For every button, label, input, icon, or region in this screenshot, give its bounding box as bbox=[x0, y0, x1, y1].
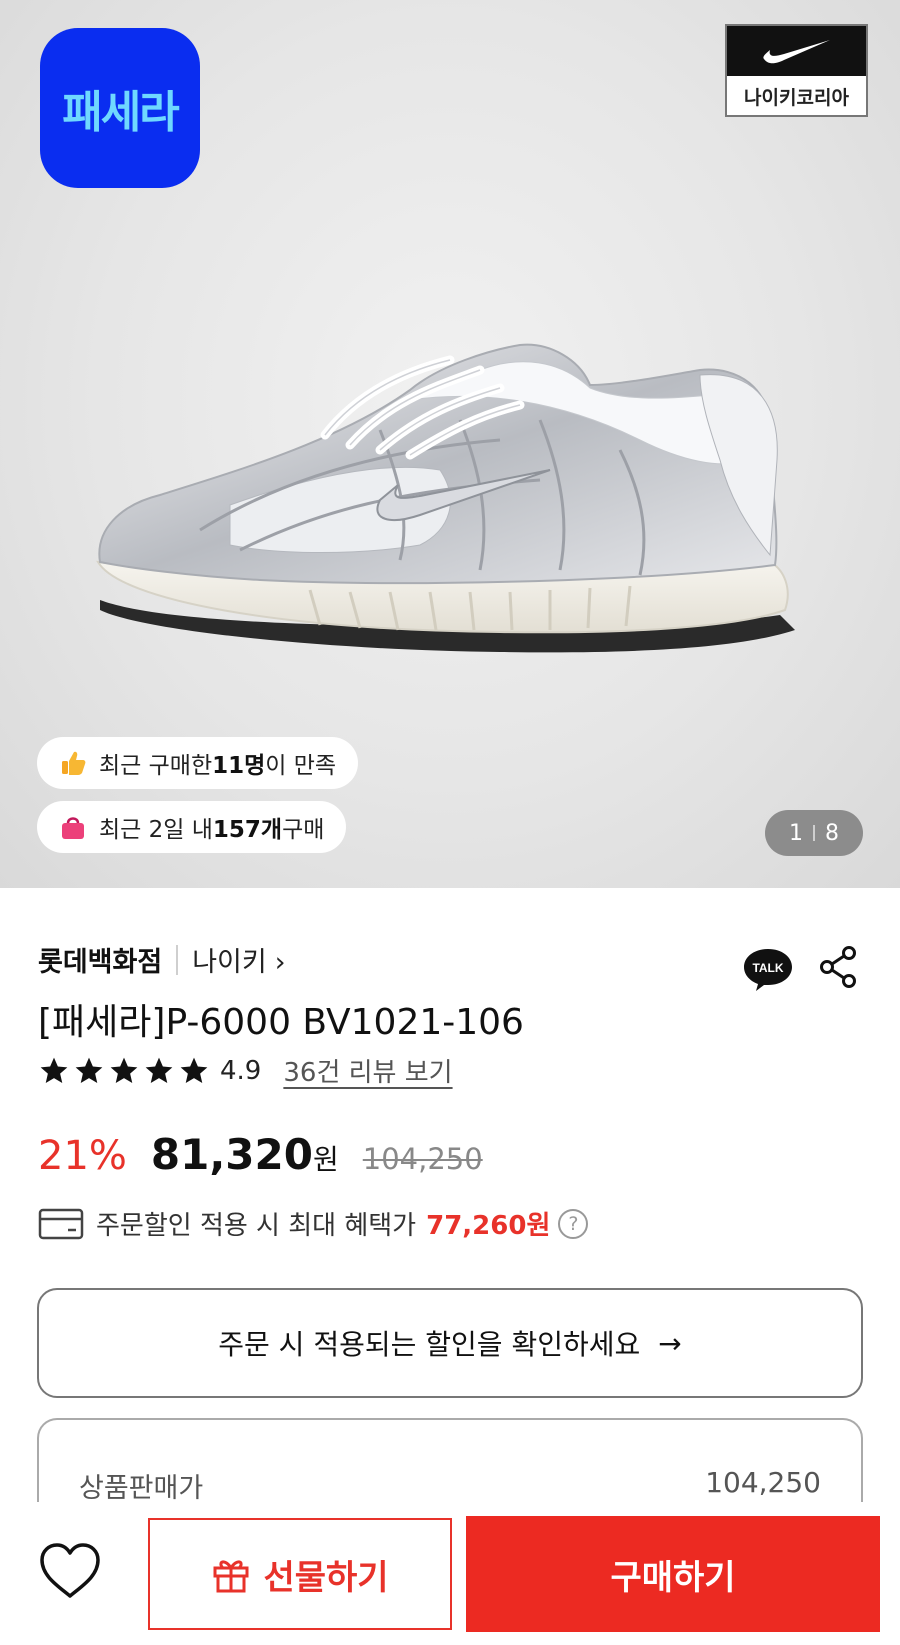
star-icon bbox=[75, 1057, 103, 1083]
check-discount-label: 주문 시 적용되는 할인을 확인하세요 bbox=[218, 1328, 641, 1361]
kakao-talk-icon[interactable]: TALK bbox=[742, 945, 794, 993]
satisfaction-suffix: 이 만족 bbox=[265, 753, 337, 779]
brand-link[interactable]: 나이키 › bbox=[192, 940, 285, 979]
thumbs-up-icon bbox=[62, 751, 86, 775]
product-title: [패세라]P-6000 BV1021-106 bbox=[38, 1002, 524, 1043]
image-counter-divider bbox=[813, 825, 815, 841]
satisfaction-count: 11명 bbox=[212, 753, 266, 779]
list-price-label: 상품판매가 bbox=[79, 1473, 204, 1504]
image-counter: 1 8 bbox=[765, 810, 863, 856]
product-image-carousel[interactable]: 패세라 나이키코리아 최근 구매한 11명 이 만족 최근 2일 내 157개 … bbox=[0, 0, 900, 888]
heart-icon[interactable] bbox=[38, 1542, 102, 1600]
product-sneaker-image bbox=[96, 343, 795, 653]
star-icon bbox=[40, 1057, 68, 1083]
store-divider bbox=[176, 944, 179, 975]
rating-row: 4.9 36건 리뷰 보기 bbox=[38, 1052, 453, 1089]
purchase-suffix: 구매 bbox=[282, 817, 325, 843]
recent-satisfaction-badge: 최근 구매한 11명 이 만족 bbox=[37, 737, 359, 789]
max-benefit-row: 주문할인 적용 시 최대 혜택가 77,260원 ? bbox=[38, 1205, 589, 1242]
sale-price: 81,320 bbox=[150, 1130, 313, 1179]
credit-card-icon bbox=[38, 1208, 84, 1239]
store-brand-row: 롯데백화점 나이키 › bbox=[38, 940, 286, 979]
review-link[interactable]: 36건 리뷰 보기 bbox=[283, 1052, 452, 1089]
currency-unit: 원 bbox=[312, 1143, 339, 1176]
image-counter-current: 1 bbox=[789, 820, 803, 846]
purchase-count: 157개 bbox=[212, 817, 283, 843]
nike-korea-badge: 나이키코리아 bbox=[725, 24, 868, 117]
nike-korea-label: 나이키코리아 bbox=[744, 87, 849, 109]
star-icon bbox=[145, 1057, 173, 1083]
original-price: 104,250 bbox=[362, 1142, 483, 1176]
gift-button[interactable]: 선물하기 bbox=[148, 1518, 452, 1630]
gift-icon bbox=[213, 1560, 249, 1593]
buy-button[interactable]: 구매하기 bbox=[466, 1516, 880, 1632]
shopping-bag-icon bbox=[62, 817, 84, 839]
bottom-action-bar: 선물하기 구매하기 bbox=[0, 1502, 900, 1645]
share-icon[interactable] bbox=[818, 945, 858, 989]
nike-swoosh-icon bbox=[727, 26, 866, 76]
recent-purchase-badge: 최근 2일 내 157개 구매 bbox=[37, 801, 347, 853]
discount-rate: 21% bbox=[38, 1133, 127, 1179]
benefit-price: 77,260원 bbox=[426, 1211, 551, 1241]
benefit-label: 주문할인 적용 시 최대 혜택가 bbox=[96, 1211, 417, 1241]
talk-label: TALK bbox=[752, 961, 783, 975]
star-icon bbox=[110, 1057, 138, 1083]
brand-name: 나이키 bbox=[192, 947, 267, 978]
satisfaction-prefix: 최근 구매한 bbox=[99, 753, 213, 779]
help-icon[interactable]: ? bbox=[558, 1208, 589, 1239]
brand-logo-text: 패세라 bbox=[62, 87, 179, 138]
purchase-prefix: 최근 2일 내 bbox=[99, 817, 213, 843]
rating-value: 4.9 bbox=[220, 1055, 262, 1086]
gift-label: 선물하기 bbox=[263, 1557, 389, 1598]
price-row: 21% 81,320 원 104,250 bbox=[38, 1130, 483, 1179]
pacera-logo: 패세라 bbox=[40, 28, 200, 188]
rating-stars bbox=[38, 1055, 210, 1087]
chevron-right-icon: › bbox=[274, 947, 286, 978]
arrow-right-icon: → bbox=[658, 1326, 682, 1360]
image-counter-total: 8 bbox=[825, 820, 839, 846]
list-price-value: 104,250 bbox=[705, 1466, 821, 1499]
check-discount-button[interactable]: 주문 시 적용되는 할인을 확인하세요 → bbox=[37, 1288, 863, 1398]
star-icon bbox=[180, 1057, 208, 1083]
buy-label: 구매하기 bbox=[610, 1557, 736, 1598]
store-name[interactable]: 롯데백화점 bbox=[38, 940, 162, 979]
